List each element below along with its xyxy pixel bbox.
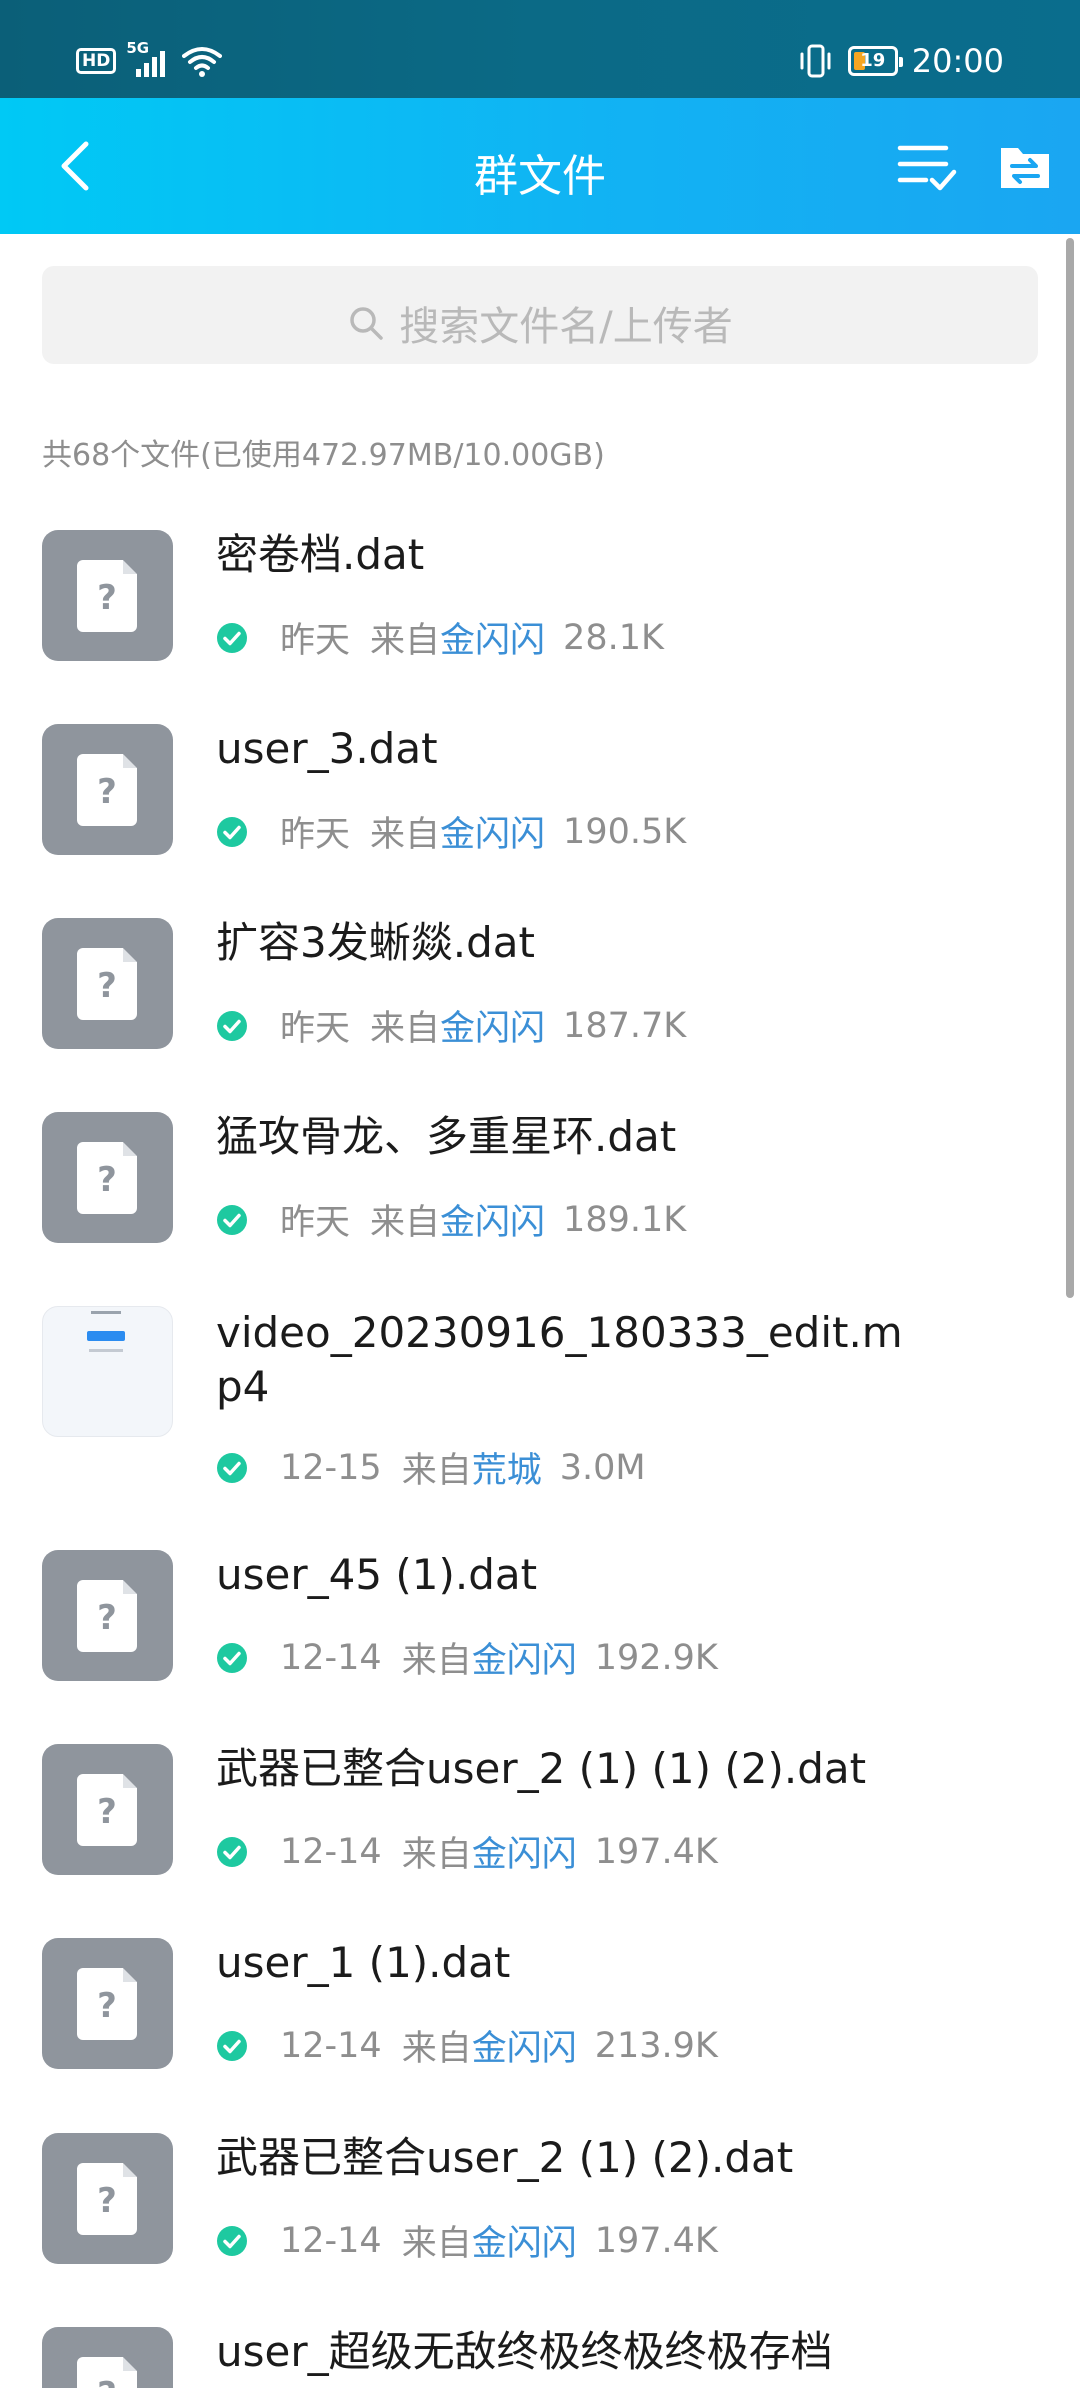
file-size: 187.7K xyxy=(563,1005,687,1046)
unknown-file-icon: ? xyxy=(42,1550,173,1681)
uploader-link[interactable]: 金闪闪 xyxy=(440,1000,545,1051)
app-bar: 群文件 xyxy=(0,98,1080,234)
file-size: 28.1K xyxy=(563,617,664,658)
upload-date: 12-14 xyxy=(280,1637,382,1678)
uploader-link[interactable]: 金闪闪 xyxy=(440,612,545,663)
file-name: user_45 (1).dat xyxy=(216,1550,538,1599)
scrollbar[interactable] xyxy=(1066,238,1074,1298)
uploader-link[interactable]: 金闪闪 xyxy=(440,1194,545,1245)
from-label: 来自 xyxy=(401,1835,472,1875)
from-label: 来自 xyxy=(370,1203,441,1243)
uploader-link[interactable]: 金闪闪 xyxy=(472,1826,577,1877)
sort-check-icon[interactable] xyxy=(896,138,958,194)
file-meta: 昨天 来自 金闪闪 187.7K xyxy=(216,1000,686,1051)
unknown-file-icon: ? xyxy=(42,1112,173,1243)
storage-summary: 共68个文件(已使用472.97MB/10.00GB) xyxy=(42,438,605,473)
from-label: 来自 xyxy=(401,1451,472,1491)
uploader-link[interactable]: 金闪闪 xyxy=(472,2020,577,2071)
file-size: 190.5K xyxy=(563,811,687,852)
file-size: 197.4K xyxy=(594,1831,718,1872)
check-circle-icon xyxy=(217,1836,247,1867)
file-meta: 昨天 来自 金闪闪 28.1K xyxy=(216,612,664,663)
upload-date: 昨天 xyxy=(280,621,351,661)
unknown-file-icon: ? xyxy=(42,2133,173,2264)
check-circle-icon xyxy=(217,816,247,847)
file-meta: 昨天 来自 金闪闪 190.5K xyxy=(216,806,686,857)
status-bar: HD 5G 19 20:00 xyxy=(0,0,1080,98)
check-circle-icon xyxy=(217,1204,247,1235)
file-name: user_超级无敌终极终极终极存档 xyxy=(216,2327,833,2376)
file-size: 3.0M xyxy=(559,1447,646,1488)
hd-badge: HD xyxy=(76,48,117,74)
from-label: 来自 xyxy=(401,2224,472,2264)
file-name: 武器已整合user_2 (1) (1) (2).dat xyxy=(216,1744,867,1793)
file-meta: 昨天 来自 金闪闪 189.1K xyxy=(216,1194,686,1245)
check-circle-icon xyxy=(217,1452,247,1483)
upload-date: 12-15 xyxy=(280,1447,382,1488)
from-label: 来自 xyxy=(401,2029,472,2069)
file-name: user_1 (1).dat xyxy=(216,1938,511,1987)
from-label: 来自 xyxy=(370,1009,441,1049)
upload-date: 昨天 xyxy=(280,1203,351,1243)
file-name: user_3.dat xyxy=(216,724,438,773)
uploader-link[interactable]: 金闪闪 xyxy=(440,806,545,857)
battery-icon: 19 xyxy=(847,46,903,76)
vibrate-icon xyxy=(800,44,831,78)
upload-date: 昨天 xyxy=(280,815,351,855)
upload-date: 12-14 xyxy=(280,2220,382,2261)
file-meta: 12-15 来自 荒城 3.0M xyxy=(216,1442,646,1493)
folder-transfer-icon[interactable] xyxy=(998,138,1052,194)
file-meta: 12-14 来自 金闪闪 213.9K xyxy=(216,2020,718,2071)
uploader-link[interactable]: 金闪闪 xyxy=(472,1632,577,1683)
check-circle-icon xyxy=(217,1642,247,1673)
uploader-link[interactable]: 金闪闪 xyxy=(472,2215,577,2266)
check-circle-icon xyxy=(217,1010,247,1041)
video-thumbnail xyxy=(42,1306,173,1437)
from-label: 来自 xyxy=(370,815,441,855)
file-name: 密卷档.dat xyxy=(216,530,425,579)
file-name: 扩容3发蜥燚.dat xyxy=(216,918,535,967)
file-name: video_20230916_180333_edit.mp4 xyxy=(216,1308,903,1411)
uploader-link[interactable]: 荒城 xyxy=(472,1442,542,1493)
search-icon xyxy=(350,307,383,340)
file-size: 197.4K xyxy=(594,2220,718,2261)
unknown-file-icon: ? xyxy=(42,1938,173,2069)
unknown-file-icon: ? xyxy=(42,2327,173,2388)
upload-date: 昨天 xyxy=(280,1009,351,1049)
unknown-file-icon: ? xyxy=(42,724,173,855)
file-size: 192.9K xyxy=(594,1637,718,1678)
file-size: 213.9K xyxy=(594,2025,718,2066)
file-size: 189.1K xyxy=(563,1199,687,1240)
search-placeholder: 搜索文件名/上传者 xyxy=(399,304,733,350)
unknown-file-icon: ? xyxy=(42,530,173,661)
file-meta: 12-14 来自 金闪闪 197.4K xyxy=(216,2215,718,2266)
search-input[interactable]: 搜索文件名/上传者 xyxy=(42,266,1038,364)
wifi-icon xyxy=(182,47,223,77)
status-right: 19 20:00 xyxy=(798,42,1004,80)
from-label: 来自 xyxy=(370,621,441,661)
file-name: 猛攻骨龙、多重星环.dat xyxy=(216,1112,677,1161)
unknown-file-icon: ? xyxy=(42,918,173,1049)
from-label: 来自 xyxy=(401,1641,472,1681)
upload-date: 12-14 xyxy=(280,1831,382,1872)
check-circle-icon xyxy=(217,2030,247,2061)
file-meta: 12-14 来自 金闪闪 192.9K xyxy=(216,1632,718,1683)
file-meta: 12-14 来自 金闪闪 197.4K xyxy=(216,1826,718,1877)
status-left: HD 5G xyxy=(76,39,223,78)
check-circle-icon xyxy=(217,2225,247,2256)
unknown-file-icon: ? xyxy=(42,1744,173,1875)
battery-level: 19 xyxy=(860,50,886,71)
clock: 20:00 xyxy=(911,42,1004,80)
file-name: 武器已整合user_2 (1) (2).dat xyxy=(216,2133,794,2182)
cellular-signal-icon: 5G xyxy=(126,39,172,77)
check-circle-icon xyxy=(217,622,247,653)
upload-date: 12-14 xyxy=(280,2025,382,2066)
